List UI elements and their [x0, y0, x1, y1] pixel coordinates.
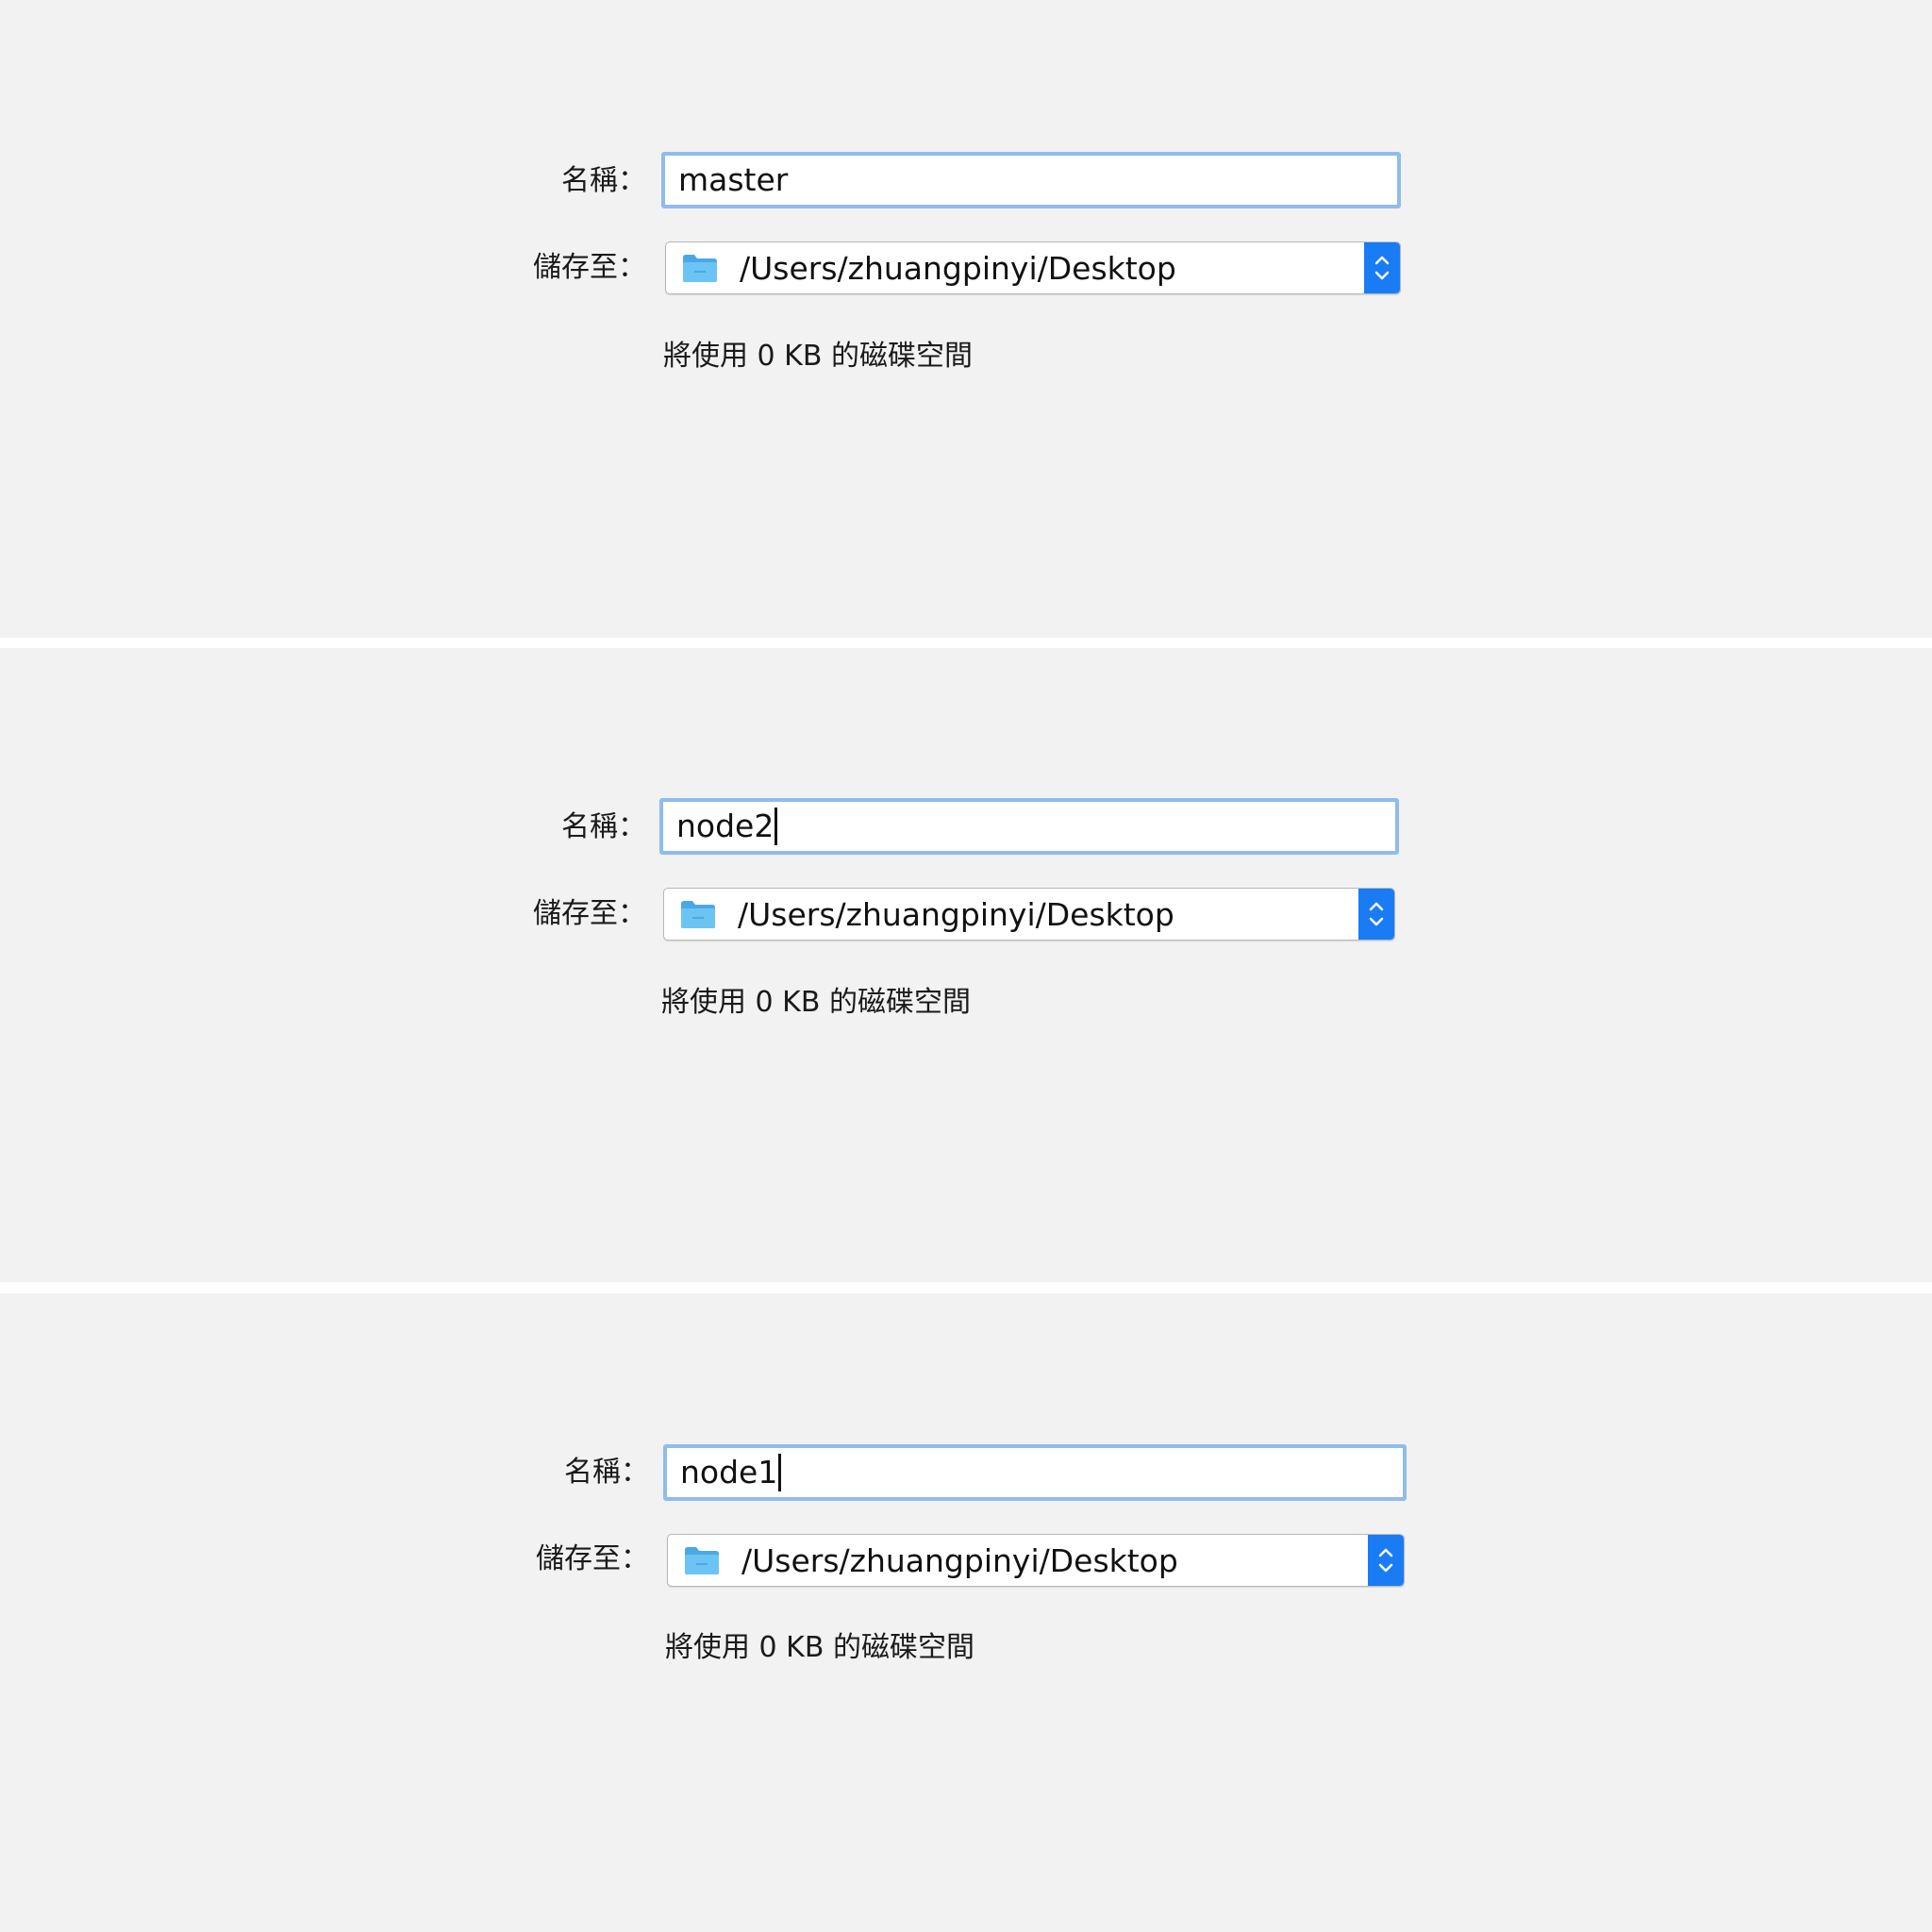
save-location-label: 儲存至：: [536, 1542, 649, 1575]
name-label: 名稱：: [561, 810, 646, 843]
save-dialog-panel: 名稱： node2 儲存至： /Users/zhuangpinyi/Deskto…: [0, 648, 1932, 1282]
name-label: 名稱：: [564, 1456, 649, 1489]
name-label: 名稱：: [561, 164, 646, 197]
up-down-chevron-icon: [1374, 256, 1390, 280]
folder-icon: [683, 1545, 721, 1575]
up-down-chevron-icon: [1369, 902, 1384, 926]
name-input-value: master: [678, 161, 789, 198]
save-location-popup[interactable]: /Users/zhuangpinyi/Desktop: [667, 1534, 1405, 1587]
name-input-value: node1: [680, 1454, 778, 1491]
folder-icon: [681, 253, 719, 283]
disk-usage-text: 將使用 0 KB 的磁碟空間: [663, 340, 973, 373]
disk-usage-text: 將使用 0 KB 的磁碟空間: [665, 1631, 974, 1664]
text-caret: [778, 1454, 782, 1491]
save-location-path: /Users/zhuangpinyi/Desktop: [741, 1541, 1178, 1579]
name-input[interactable]: node2: [659, 798, 1399, 855]
save-location-label: 儲存至：: [533, 251, 646, 284]
disk-usage-text: 將使用 0 KB 的磁碟空間: [661, 986, 971, 1019]
save-dialog-panel: 名稱： master 儲存至： /Users/zhuangpinyi/Deskt…: [0, 0, 1932, 638]
folder-icon: [679, 899, 717, 929]
save-location-popup[interactable]: /Users/zhuangpinyi/Desktop: [665, 242, 1401, 294]
name-input[interactable]: master: [661, 152, 1401, 208]
up-down-chevron-icon: [1378, 1548, 1393, 1573]
text-caret: [774, 808, 778, 845]
popup-stepper[interactable]: [1358, 889, 1394, 940]
save-location-popup[interactable]: /Users/zhuangpinyi/Desktop: [663, 888, 1395, 941]
name-input-value: node2: [676, 808, 774, 844]
save-dialog-panel: 名稱： node1 儲存至： /Users/zhuangpinyi/Deskto…: [0, 1293, 1932, 1932]
popup-stepper[interactable]: [1368, 1535, 1404, 1586]
name-input[interactable]: node1: [663, 1444, 1407, 1501]
save-location-path: /Users/zhuangpinyi/Desktop: [740, 249, 1176, 287]
save-location-path: /Users/zhuangpinyi/Desktop: [738, 895, 1174, 933]
popup-stepper[interactable]: [1364, 242, 1400, 293]
save-location-label: 儲存至：: [533, 897, 646, 930]
